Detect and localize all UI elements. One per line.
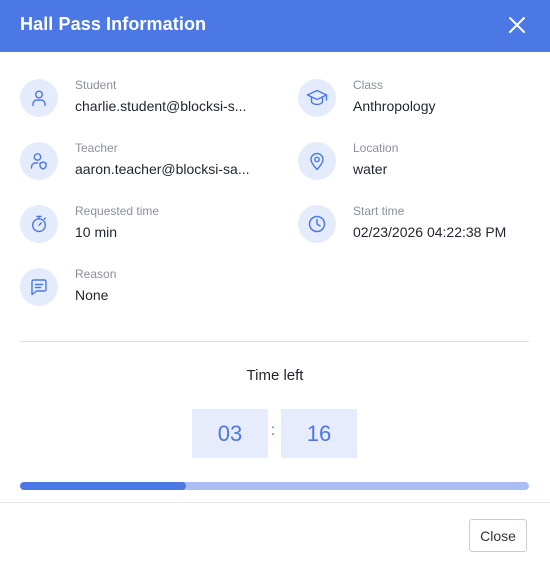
dialog-header: Hall Pass Information: [0, 0, 550, 52]
clock-icon: [298, 205, 336, 243]
time-left-label: Time left: [246, 367, 304, 384]
timer-minutes: 03: [192, 409, 268, 458]
time-progress-bar: [20, 482, 529, 490]
location-field: Location water: [298, 141, 538, 185]
reason-value: None: [75, 287, 109, 303]
requested-time-label: Requested time: [75, 204, 160, 218]
timer-separator: :: [270, 422, 276, 439]
student-value: charlie.student@blocksi-s...: [75, 98, 247, 114]
teacher-value: aaron.teacher@blocksi-sa...: [75, 161, 250, 177]
user-shield-icon: [20, 142, 58, 180]
close-icon[interactable]: [505, 13, 529, 37]
timer-seconds: 16: [281, 409, 357, 458]
reason-label: Reason: [75, 267, 117, 281]
location-value: water: [353, 161, 388, 177]
close-button[interactable]: Close: [469, 519, 527, 552]
time-progress-fill: [20, 482, 186, 490]
dialog-title: Hall Pass Information: [20, 14, 207, 34]
requested-time-value: 10 min: [75, 224, 118, 240]
teacher-field: Teacher aaron.teacher@blocksi-sa...: [20, 141, 260, 185]
class-field: Class Anthropology: [298, 78, 538, 122]
chat-icon: [20, 268, 58, 306]
map-pin-icon: [298, 142, 336, 180]
start-time-label: Start time: [353, 204, 405, 218]
class-label: Class: [353, 78, 384, 92]
student-label: Student: [75, 78, 117, 92]
user-icon: [20, 79, 58, 117]
requested-time-field: Requested time 10 min: [20, 204, 260, 248]
section-divider: [20, 341, 529, 342]
footer-divider: [0, 502, 550, 503]
stopwatch-icon: [20, 205, 58, 243]
teacher-label: Teacher: [75, 141, 118, 155]
hall-pass-dialog: Hall Pass Information Student charlie.st…: [0, 0, 550, 566]
location-label: Location: [353, 141, 399, 155]
start-time-value: 02/23/2026 04:22:38 PM: [353, 224, 507, 240]
graduation-cap-icon: [298, 79, 336, 117]
class-value: Anthropology: [353, 98, 436, 114]
reason-field: Reason None: [20, 267, 260, 311]
student-field: Student charlie.student@blocksi-s...: [20, 78, 260, 122]
start-time-field: Start time 02/23/2026 04:22:38 PM: [298, 204, 538, 248]
